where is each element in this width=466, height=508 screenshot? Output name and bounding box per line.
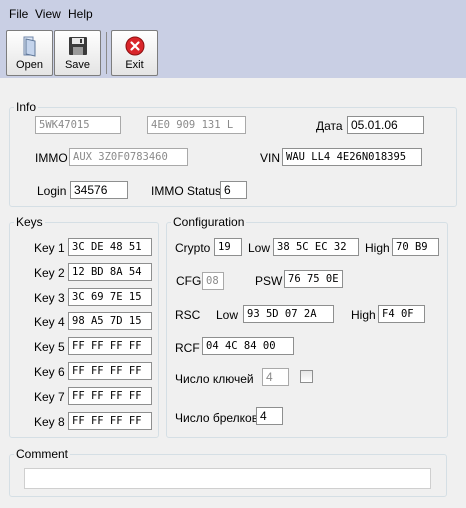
key-label: Key 7 [34,389,65,404]
cfg-label: CFG [176,274,202,288]
open-button[interactable]: Open [6,30,53,76]
num-keys-checkbox[interactable] [300,370,313,383]
comment-input[interactable] [24,468,431,489]
folder-open-icon [23,36,36,57]
keys-title: Keys [14,215,45,229]
immo-status-label: IMMO Status [151,184,222,198]
psw-field[interactable]: 76 75 0E [284,270,343,288]
crypto-high-field[interactable]: 70 B9 [392,238,439,256]
date-label: Дата [316,119,343,133]
key-field[interactable]: 98 A5 7D 15 [68,312,152,331]
num-keys-field[interactable]: 4 [262,368,289,386]
crypto-low-label: Low [248,241,271,255]
menu-bar: File View Help [0,0,466,28]
info-title: Info [14,100,39,114]
vin-label: VIN [260,151,281,165]
save-label: Save [64,59,91,71]
rcf-field[interactable]: 04 4C 84 00 [202,337,294,355]
key-field[interactable]: FF FF FF FF [68,362,152,380]
rsc-label: RSC [175,308,201,322]
part-number-field[interactable]: 5WK47015 [35,116,121,134]
key-field[interactable]: FF FF FF FF [68,337,152,356]
immo-field[interactable]: AUX 3Z0F0783460 [69,148,188,166]
comment-title: Comment [14,447,71,461]
toolbar-separator [106,32,107,74]
psw-label: PSW [255,274,283,288]
key-label: Key 5 [34,340,65,355]
immo-status-field[interactable]: 6 [220,181,247,199]
date-field[interactable]: 05.01.06 [347,116,424,134]
menu-file[interactable]: File [9,7,28,21]
open-label: Open [16,59,43,71]
num-fobs-field[interactable]: 4 [256,407,283,425]
key-field[interactable]: FF FF FF FF [68,411,152,430]
rcf-label: RCF [175,341,200,355]
key-field[interactable]: FF FF FF FF [68,386,152,405]
key-label: Key 2 [34,265,65,280]
rsc-low-label: Low [216,308,239,322]
crypto-label: Crypto [175,241,211,255]
key-label: Key 6 [34,365,65,379]
key-label: Key 3 [34,290,65,305]
num-keys-label: Число ключей [175,372,254,386]
save-button[interactable]: Save [54,30,101,76]
toolbar: Open Save Exit [0,28,466,78]
num-fobs-label: Число брелков [175,411,259,425]
close-icon [125,36,145,56]
login-field[interactable]: 34576 [70,181,128,199]
vin-field[interactable]: WAU LL4 4E26N018395 [282,148,422,166]
rsc-high-label: High [351,308,376,322]
key-label: Key 1 [34,241,65,255]
menu-view[interactable]: View [35,7,61,21]
login-label: Login [37,184,67,198]
key-label: Key 8 [34,414,65,429]
key-field[interactable]: 3C DE 48 51 [68,238,152,256]
part-code-field[interactable]: 4E0 909 131 L [147,116,246,134]
floppy-disk-icon [69,37,87,55]
crypto-high-label: High [365,241,390,255]
crypto-low-field[interactable]: 38 5C EC 32 [273,238,359,256]
key-label: Key 4 [34,315,65,330]
immo-label: IMMO [35,151,68,165]
exit-label: Exit [125,59,144,71]
rsc-low-field[interactable]: 93 5D 07 2A [243,305,334,323]
cfg-field[interactable]: 08 [202,272,224,290]
crypto-field[interactable]: 19 [214,238,242,256]
key-field[interactable]: 3C 69 7E 15 [68,287,152,306]
rsc-high-field[interactable]: F4 0F [378,305,425,323]
menu-help[interactable]: Help [68,7,93,21]
key-field[interactable]: 12 BD 8A 54 [68,262,152,281]
configuration-title: Configuration [171,215,247,229]
exit-button[interactable]: Exit [111,30,158,76]
